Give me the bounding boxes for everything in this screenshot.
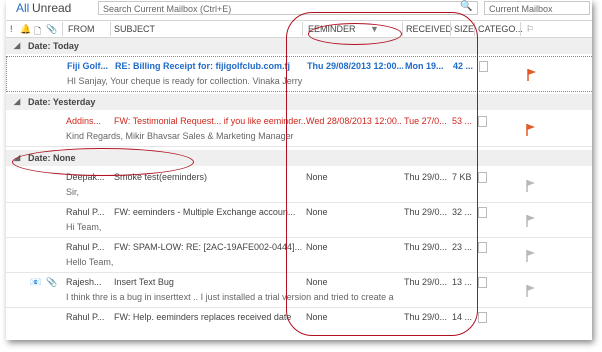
column-subject[interactable]: SUBJECT	[114, 24, 155, 34]
meeting-request-icon: 📧	[30, 277, 42, 287]
tab-all[interactable]: All	[16, 1, 29, 15]
category-box[interactable]	[478, 312, 487, 323]
category-box[interactable]	[478, 277, 487, 288]
category-box[interactable]	[479, 61, 488, 72]
category-box[interactable]	[478, 172, 487, 183]
flag-icon[interactable]	[526, 124, 536, 136]
search-icon[interactable]: 🔍	[460, 1, 472, 12]
category-box[interactable]	[478, 207, 487, 218]
collapse-triangle-icon[interactable]: ◢	[14, 41, 20, 50]
flag-icon[interactable]	[527, 69, 537, 81]
attachment-column-icon[interactable]: 📎	[46, 24, 57, 35]
column-category[interactable]: CATEGO...	[478, 24, 523, 34]
annotation-rect-reminder-column	[286, 12, 478, 336]
attachment-icon: 📎	[46, 277, 58, 287]
category-box[interactable]	[478, 116, 487, 127]
search-scope-dropdown[interactable]: Current Mailbox	[484, 1, 590, 15]
flag-icon[interactable]	[526, 250, 536, 262]
flag-icon[interactable]	[526, 285, 536, 297]
collapse-triangle-icon[interactable]: ◢	[14, 97, 20, 106]
column-from[interactable]: FROM	[68, 24, 95, 34]
tab-unread[interactable]: Unread	[32, 1, 71, 15]
importance-column-icon[interactable]: !	[10, 24, 13, 34]
category-box[interactable]	[478, 242, 487, 253]
flag-icon[interactable]	[526, 180, 536, 192]
annotation-ellipse-date-none	[12, 148, 194, 176]
flag-column-icon[interactable]: ⚐	[526, 24, 534, 35]
flag-icon[interactable]	[526, 215, 536, 227]
reminder-bell-column-icon[interactable]: 🔔	[20, 24, 31, 35]
